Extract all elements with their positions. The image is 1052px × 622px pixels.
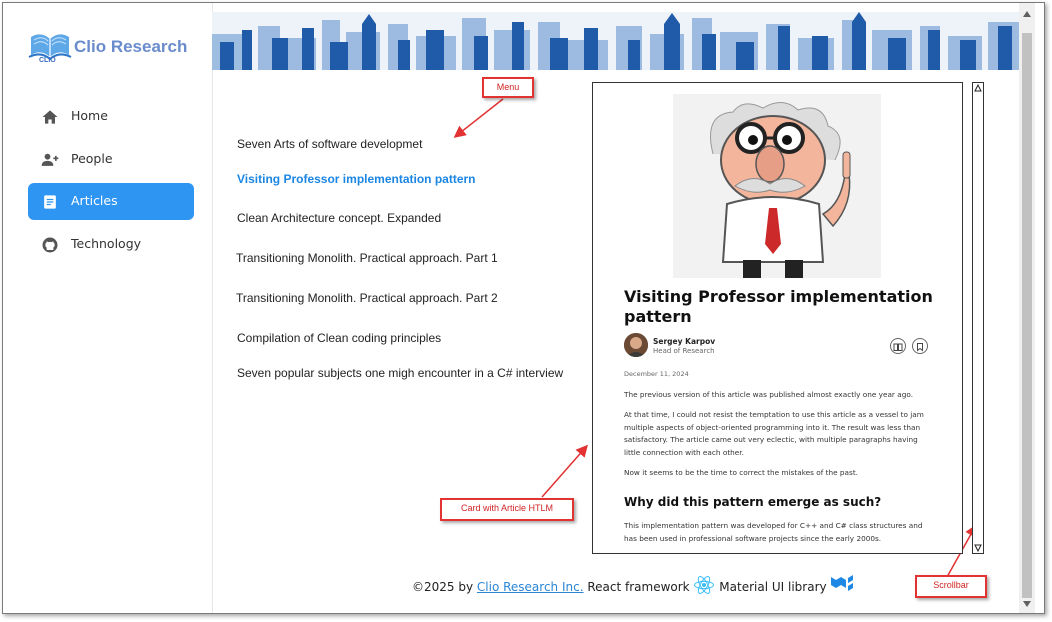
- article-title: Visiting Professor implementation patter…: [624, 287, 933, 326]
- bookmark-icon: [917, 343, 923, 352]
- scroll-up-icon[interactable]: [974, 84, 982, 92]
- react-logo-icon: [694, 576, 715, 594]
- app-window: Clio Research CLIO Home People Articles …: [2, 2, 1045, 614]
- article-paragraph: At that time, I could not resist the tem…: [624, 410, 924, 457]
- article-paragraph: The previous version of this article was…: [624, 390, 914, 399]
- book-icon: [893, 343, 903, 351]
- footer: ©2025 by Clio Research Inc. React framew…: [412, 574, 854, 596]
- mui-text: Material UI library: [719, 580, 827, 594]
- article-heading: Why did this pattern emerge as such?: [624, 495, 882, 509]
- mui-logo-icon: [831, 575, 854, 591]
- card-callout: Card with Article HTLM: [440, 498, 574, 521]
- window-scroll-up-icon[interactable]: [1023, 11, 1031, 17]
- professor-image: [673, 94, 881, 278]
- copyright-text: ©2025 by: [412, 580, 474, 594]
- author-photo: [624, 333, 648, 357]
- react-text: React framework: [587, 580, 690, 594]
- scroll-down-icon[interactable]: [974, 544, 982, 552]
- window-scroll-down-icon[interactable]: [1023, 601, 1031, 607]
- menu-arrow: [453, 98, 504, 138]
- professor-illustration: [673, 94, 881, 278]
- scrollbar-callout: Scrollbar: [915, 575, 987, 598]
- menu-callout: Menu: [482, 77, 534, 98]
- window-scroll-thumb[interactable]: [1022, 33, 1032, 598]
- company-link[interactable]: Clio Research Inc.: [477, 580, 584, 594]
- author-name: Sergey Karpov: [653, 337, 716, 346]
- article-card[interactable]: Visiting Professor implementation patter…: [592, 82, 963, 554]
- bookmark-button[interactable]: [912, 338, 928, 354]
- article-scrollbar[interactable]: [972, 82, 984, 554]
- card-arrow: [541, 444, 588, 498]
- read-button[interactable]: [890, 338, 906, 354]
- avatar: [624, 333, 648, 357]
- author-role: Head of Research: [653, 347, 715, 355]
- article-paragraph: This implementation pattern was develope…: [624, 521, 923, 543]
- article-date: December 11, 2024: [624, 370, 689, 378]
- window-scrollbar[interactable]: [1019, 3, 1035, 613]
- article-paragraph: Now it seems to be the time to correct t…: [624, 468, 858, 477]
